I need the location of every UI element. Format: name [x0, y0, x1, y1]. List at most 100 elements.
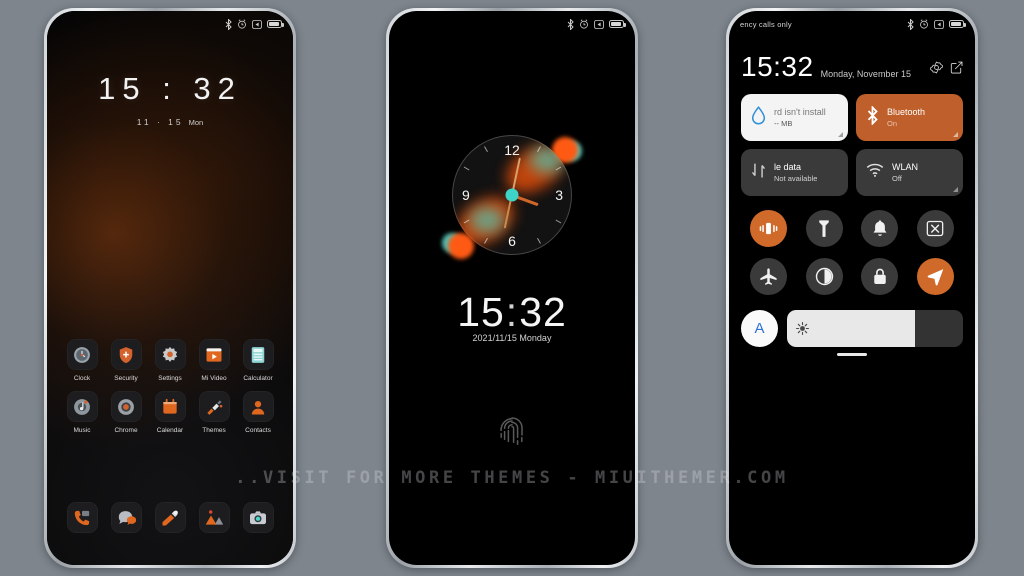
app-label: Contacts	[245, 427, 271, 434]
phone-device-left: 15 : 32 11 · 15 Mon Clock Security Setti…	[44, 8, 296, 568]
drag-handle[interactable]	[837, 353, 867, 356]
app-label: Chrome	[114, 427, 138, 434]
aod-date: 11 · 15 Mon	[47, 117, 293, 127]
tile-title: WLAN	[892, 162, 919, 172]
lockscreen-time: 15:32	[389, 289, 635, 336]
lock-icon	[874, 268, 886, 285]
analog-clock-widget[interactable]: 12 3 6 9	[389, 135, 635, 259]
lockscreen-minutes: 32	[519, 289, 567, 335]
toggle-airplane-mode[interactable]	[750, 258, 788, 295]
app-icon-messages[interactable]	[110, 502, 142, 533]
tile-subtitle: Not available	[774, 174, 818, 183]
app-icon-contacts[interactable]: Contacts	[236, 391, 280, 434]
app-icon-file-manager[interactable]	[154, 502, 186, 533]
tile-expand-indicator[interactable]	[838, 132, 843, 137]
tile-title: rd isn't install	[774, 107, 826, 117]
app-icon-mi-video[interactable]: Mi Video	[192, 339, 236, 382]
gear-icon[interactable]	[930, 61, 943, 81]
fingerprint-icon[interactable]	[495, 412, 529, 457]
phone3-screen[interactable]: ency calls only 15:32 Monday, November 1…	[729, 11, 975, 565]
phone1-screen[interactable]: 15 : 32 11 · 15 Mon Clock Security Setti…	[47, 11, 293, 565]
app-icon-music[interactable]: Music	[60, 391, 104, 434]
toggle-screen-lock[interactable]	[861, 258, 899, 295]
app-label: Music	[73, 427, 91, 434]
clock-number-12: 12	[504, 142, 520, 158]
toggle-screen-cast[interactable]	[916, 210, 954, 247]
toggle-notifications[interactable]	[861, 210, 899, 247]
app-icon-calendar[interactable]: Calendar	[148, 391, 192, 434]
app-label: Security	[114, 375, 138, 382]
app-icon-gallery[interactable]	[198, 502, 230, 533]
app-icon-calculator[interactable]: Calculator	[236, 339, 280, 382]
music-note-icon	[66, 391, 98, 422]
quick-settings-tiles: rd isn't install -- MB Bluetooth On le d…	[741, 94, 963, 196]
bluetooth-icon	[866, 104, 879, 130]
clock-pivot	[505, 188, 519, 202]
toggle-flashlight[interactable]	[805, 210, 843, 247]
tile-title: le data	[774, 162, 802, 172]
app-icon-phone[interactable]	[66, 502, 98, 533]
lockscreen-colon: :	[505, 289, 519, 335]
tile-subtitle: On	[887, 119, 898, 128]
app-icon-settings[interactable]: Settings	[148, 339, 192, 382]
tile-title: Bluetooth	[887, 107, 926, 117]
data-arrows-icon	[751, 162, 766, 184]
control-center-header: 15:32 Monday, November 15	[741, 53, 963, 81]
tile-mobile-data[interactable]: le data Not available	[741, 149, 848, 196]
battery-icon	[609, 20, 626, 28]
tile-expand-indicator[interactable]	[953, 187, 958, 192]
dnd-icon	[934, 19, 944, 29]
phone3-status-bar: ency calls only	[729, 11, 975, 37]
clock-dial: 12 3 6 9	[452, 135, 572, 255]
cast-icon	[926, 220, 944, 237]
clock-number-3: 3	[555, 187, 563, 203]
tile-expand-indicator[interactable]	[953, 132, 958, 137]
app-icon-chrome[interactable]: Chrome	[104, 391, 148, 434]
dock	[60, 502, 280, 533]
alarm-icon	[238, 19, 246, 29]
app-icon-security[interactable]: Security	[104, 339, 148, 382]
video-play-icon	[198, 339, 230, 370]
alarm-icon	[920, 19, 928, 29]
water-drop-icon	[751, 105, 766, 130]
tile-subtitle: -- MB	[774, 119, 793, 128]
analog-clock-face: 12 3 6 9	[442, 135, 582, 259]
shield-icon	[110, 339, 142, 370]
control-center: 15:32 Monday, November 15 rd isn't insta…	[729, 11, 975, 565]
tile-bluetooth[interactable]: Bluetooth On	[856, 94, 963, 141]
app-label: Themes	[202, 427, 226, 434]
control-center-date: Monday, November 15	[820, 69, 911, 79]
airplane-icon	[760, 268, 777, 285]
brightness-row: A	[741, 310, 963, 347]
brightness-slider-fill	[787, 310, 916, 347]
sun-icon	[796, 322, 809, 335]
app-icon-clock[interactable]: Clock	[60, 339, 104, 382]
contacts-person-icon	[242, 391, 274, 422]
brightness-slider[interactable]	[787, 310, 963, 347]
aod-time: 15 : 32	[98, 71, 242, 106]
toggle-location[interactable]	[916, 258, 954, 295]
gear-icon	[154, 339, 186, 370]
carrier-label: ency calls only	[740, 19, 792, 29]
calculator-icon	[242, 339, 274, 370]
dnd-icon	[594, 19, 604, 29]
auto-brightness-button[interactable]: A	[741, 310, 778, 347]
bluetooth-icon	[907, 18, 914, 30]
app-icon-camera[interactable]	[242, 502, 274, 533]
bell-icon	[873, 219, 887, 236]
phone2-status-bar	[389, 11, 635, 37]
tile-wlan[interactable]: WLAN Off	[856, 149, 963, 196]
app-label: Mi Video	[201, 375, 227, 382]
tile-sd-card[interactable]: rd isn't install -- MB	[741, 94, 848, 141]
phone1-status-bar	[47, 11, 293, 37]
calendar-icon	[154, 391, 186, 422]
toggle-dark-mode[interactable]	[805, 258, 843, 295]
app-grid: Clock Security Settings Mi Video Calcula…	[60, 339, 280, 434]
bluetooth-icon	[567, 18, 574, 30]
edit-icon[interactable]	[950, 61, 963, 81]
clock-number-9: 9	[462, 187, 470, 203]
phone2-screen[interactable]: 12 3 6 9 15:32 2021/11/15 Monday	[389, 11, 635, 565]
app-icon-themes[interactable]: Themes	[192, 391, 236, 434]
toggle-vibrate[interactable]	[750, 210, 788, 247]
app-label: Settings	[158, 375, 182, 382]
